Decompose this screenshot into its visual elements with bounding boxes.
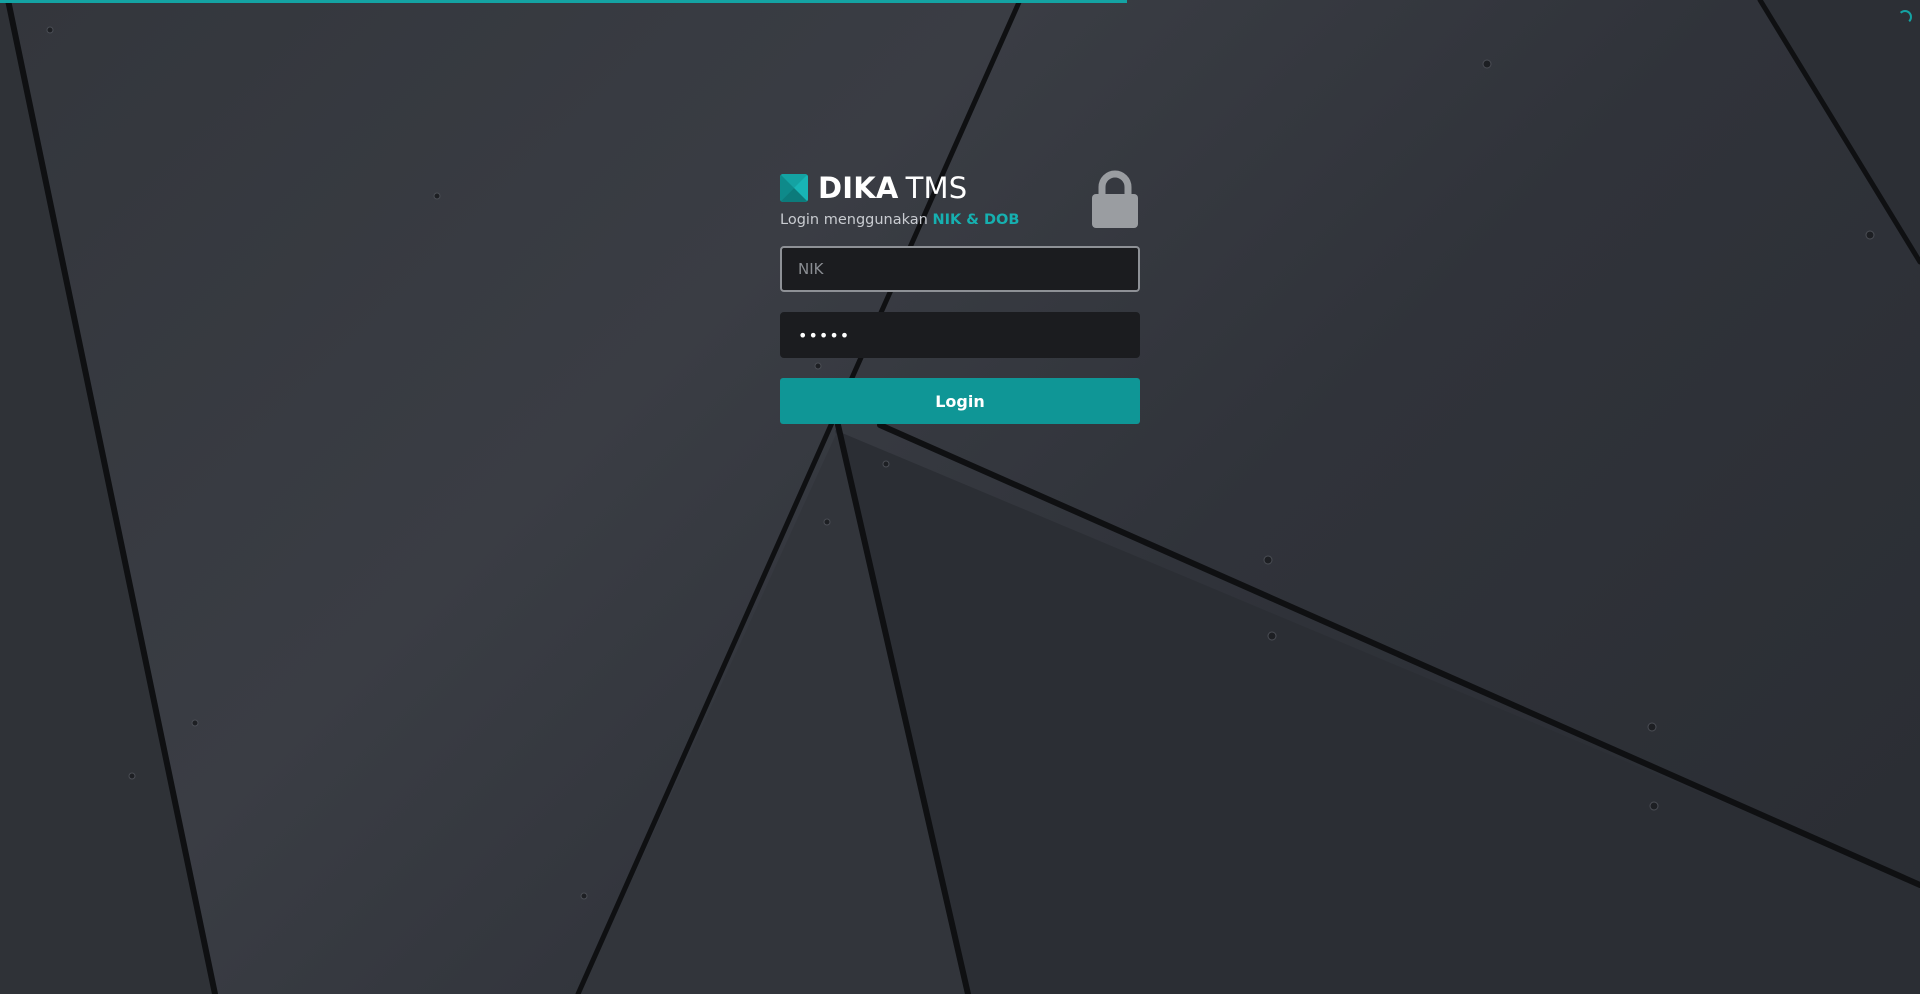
- subtitle-highlight: NIK & DOB: [932, 212, 1020, 228]
- brand-name-light: TMS: [905, 171, 968, 205]
- login-button[interactable]: Login: [780, 378, 1140, 424]
- loading-spinner-icon: [1898, 10, 1912, 24]
- nik-input[interactable]: [780, 246, 1140, 292]
- brand-header: DIKA TMS: [780, 168, 1140, 208]
- login-subtitle: Login menggunakan NIK & DOB: [780, 212, 1140, 228]
- subtitle-prefix: Login menggunakan: [780, 212, 928, 228]
- brand-name-bold: DIKA: [818, 171, 899, 205]
- lock-icon: [1092, 170, 1138, 228]
- logo-mark-icon: [780, 174, 808, 202]
- background-panels: [0, 0, 1920, 994]
- brand-name: DIKA TMS: [818, 171, 967, 205]
- login-panel: DIKATMS Login menggunakan NIK & DOB Logi…: [780, 168, 1140, 424]
- page-load-progress-bar: [0, 0, 1128, 3]
- password-input[interactable]: [780, 312, 1140, 358]
